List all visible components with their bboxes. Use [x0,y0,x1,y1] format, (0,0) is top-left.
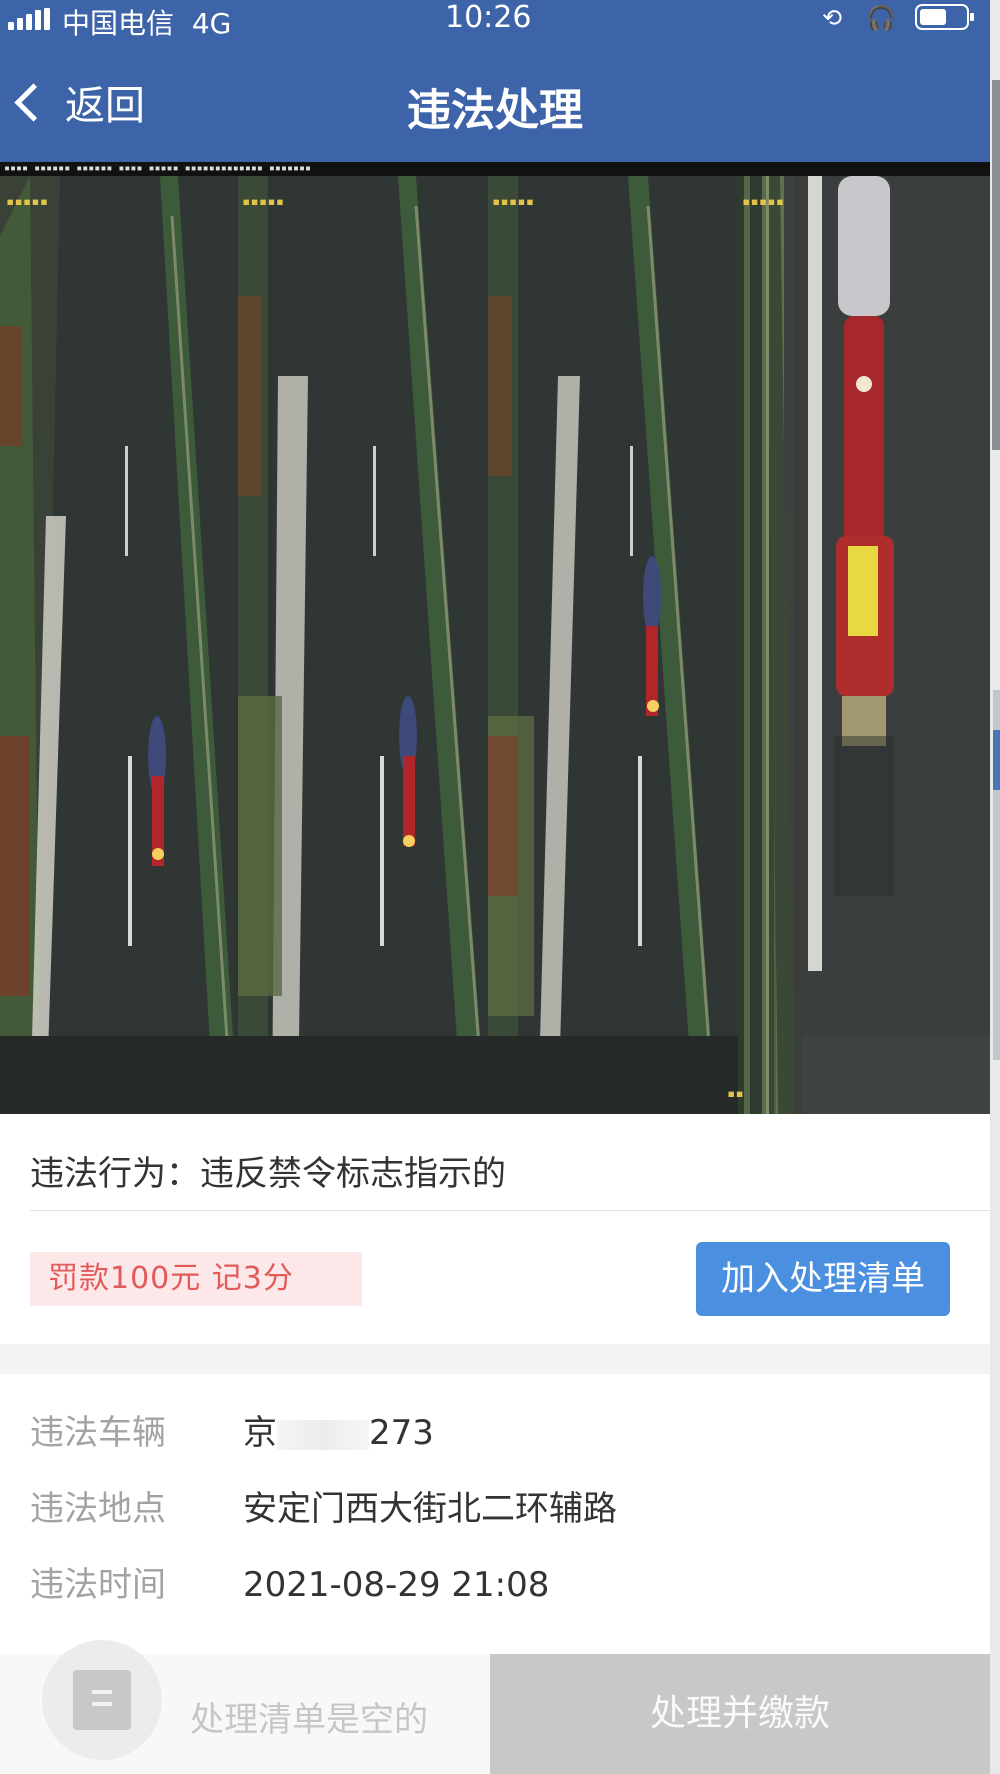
photo-frame: ▪▪▪▪▪ [238,176,488,1114]
add-to-list-button[interactable]: 加入处理清单 [696,1242,950,1316]
violation-photo[interactable]: ▪▪▪▪ ▪▪▪▪▪▪ ▪▪▪▪▪▪ ▪▪▪▪ ▪▪▪▪▪ ▪▪▪▪▪▪▪▪▪▪… [0,162,990,1114]
network-label: 4G [191,7,232,40]
rotation-lock-icon: ⟲ [822,4,843,32]
penalty-badge: 罚款100元 记3分 [30,1252,362,1306]
redacted-plate [277,1419,369,1450]
status-time: 10:26 [445,0,532,35]
list-summary: 处理清单是空的 [0,1640,490,1774]
photo-frame: ▪▪▪▪▪ [0,176,238,1114]
page-title: 违法处理 [407,85,583,136]
photo-caption-strip: ▪▪▪▪ ▪▪▪▪▪▪ ▪▪▪▪▪▪ ▪▪▪▪ ▪▪▪▪▪ ▪▪▪▪▪▪▪▪▪▪… [0,162,990,176]
side-scroll-strip [990,0,1000,1774]
photo-frame-zoom: ▪▪▪▪▪ [738,176,990,1114]
process-list-button[interactable] [42,1640,162,1760]
bottom-bar: 处理清单是空的 处理并缴款 [0,1640,990,1774]
divider [30,1210,990,1211]
detail-label: 违法车辆 [30,1413,166,1453]
empty-list-text: 处理清单是空的 [190,1700,428,1740]
status-bar: 中国电信 4G 10:26 ⟲ 🎧 [0,0,990,40]
detail-label: 违法地点 [30,1489,166,1529]
violation-card: 违法行为：违反禁令标志指示的 罚款100元 记3分 加入处理清单 [0,1114,990,1344]
process-and-pay-button[interactable]: 处理并缴款 [490,1654,990,1774]
violation-behavior: 违法行为：违反禁令标志指示的 [30,1154,506,1194]
photo-stamp: ▪▪ [727,1086,744,1102]
photo-frame: ▪▪▪▪▪ [488,176,738,1114]
detail-label: 违法时间 [30,1565,166,1605]
nav-bar: 返回 违法处理 [0,38,990,162]
battery-icon [915,4,974,30]
app-screen: 中国电信 4G 10:26 ⟲ 🎧 返回 违法处理 ▪▪▪▪ ▪▪▪▪▪▪ ▪▪… [0,0,990,1774]
headphones-icon: 🎧 [866,4,896,32]
carrier-label: 中国电信 4G [62,7,232,40]
violation-details: 违法车辆 京 273 违法地点 安定门西大街北二环辅路 违法时间 2021-08-… [0,1374,990,1654]
detail-value: 安定门西大街北二环辅路 [243,1489,617,1529]
section-gap [0,1344,990,1374]
list-icon [73,1670,131,1730]
detail-value: 京 273 [243,1413,434,1453]
detail-value: 2021-08-29 21:08 [243,1565,550,1605]
